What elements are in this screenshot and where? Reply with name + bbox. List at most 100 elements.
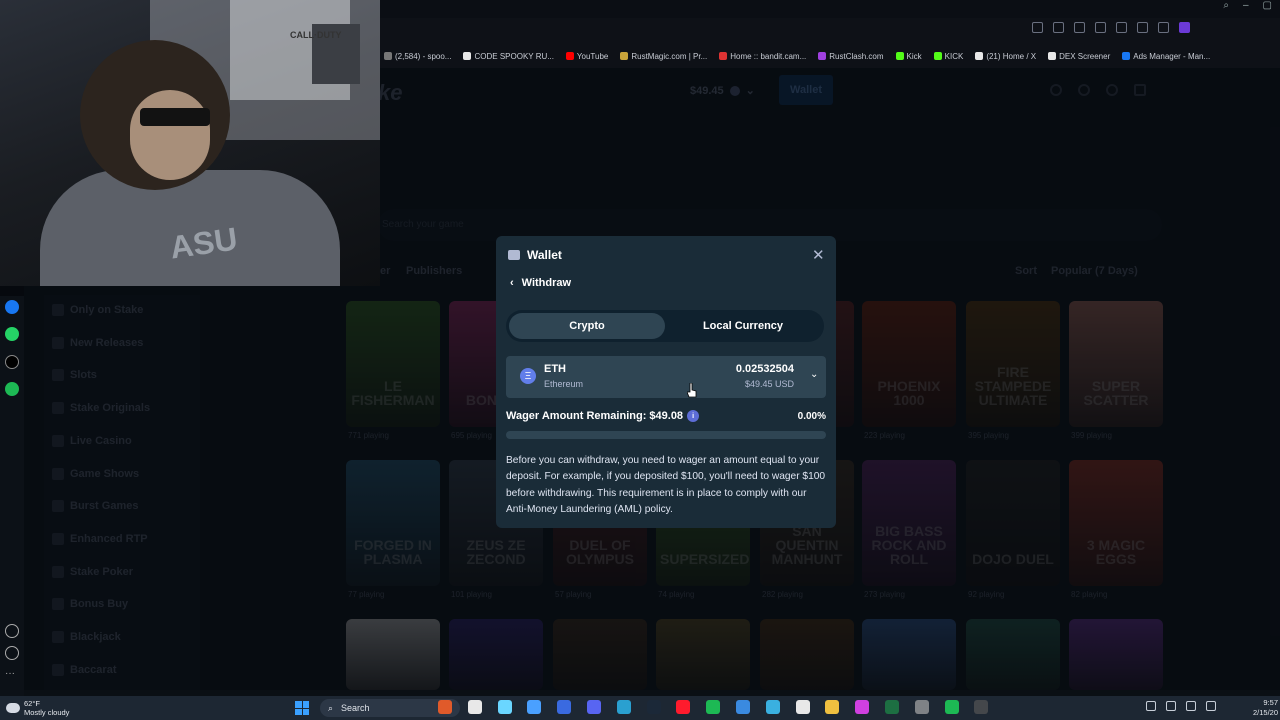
terminal-icon[interactable] [974,700,989,714]
game-tile[interactable]: LE FISHERMAN [346,301,440,427]
menu-icon[interactable] [1158,22,1169,33]
edit-icon[interactable] [1032,22,1043,33]
sidebar-item[interactable]: Burst Games [52,498,138,514]
sidebar-item[interactable]: New Releases [52,335,143,351]
history-icon[interactable] [5,646,19,660]
chrome-icon[interactable] [795,700,810,714]
search-icon[interactable]: ⌕ [1223,0,1229,11]
sidebar-item[interactable]: Live Casino [52,433,132,449]
game-tile[interactable] [346,619,440,690]
extension-icon[interactable] [1179,22,1190,33]
store-icon[interactable] [736,700,750,714]
game-tile[interactable]: SUPER SCATTER [1069,301,1163,427]
game-tile[interactable]: BIG BASS ROCK AND ROLL [862,460,956,586]
game-tile[interactable]: DOJO DUEL [966,460,1060,586]
edge-icon[interactable] [616,700,631,714]
steam-icon[interactable] [646,700,661,714]
bookmark-item[interactable]: RustClash.com [818,52,884,61]
bookmark-item[interactable]: Ads Manager - Man... [1122,52,1210,61]
tab-local-currency[interactable]: Local Currency [665,313,821,339]
spotify-icon[interactable] [5,382,19,396]
maximize-icon[interactable]: ▢ [1263,0,1272,11]
file-explorer-icon[interactable] [467,700,482,714]
sidebar-item[interactable]: Slots [52,367,97,383]
sidebar-item[interactable]: Blackjack [52,629,121,645]
sort-select[interactable]: Popular (7 Days) [1051,265,1138,277]
tab-crypto[interactable]: Crypto [509,313,665,339]
bookmark-item[interactable]: DEX Screener [1048,52,1110,61]
game-tile[interactable] [656,619,750,690]
game-tile[interactable] [862,619,956,690]
bookmark-item[interactable]: (2,584) - spoo... [384,52,451,61]
more-icon[interactable]: ··· [5,668,19,682]
minimize-icon[interactable]: – [1243,0,1249,11]
sidebar-item[interactable]: Baccarat [52,662,116,678]
balance-display[interactable]: $49.45 ⌄ [690,84,755,98]
chevron-up-icon[interactable] [1146,701,1156,711]
bookmark-item[interactable]: Kick [895,52,922,61]
search-icon[interactable] [438,700,452,714]
mic-icon[interactable] [1186,701,1196,711]
opera-icon[interactable] [676,700,691,714]
download-icon[interactable] [1137,22,1148,33]
game-tile[interactable]: FORGED IN PLASMA [346,460,440,586]
sidebar-item[interactable]: Stake Originals [52,400,150,416]
bookmark-item[interactable]: YouTube [565,52,608,61]
filter-label[interactable]: er [380,265,390,277]
notepad-icon[interactable] [765,700,780,714]
bookmark-item[interactable]: (21) Home / X [975,52,1036,61]
game-tile[interactable]: 3 MAGIC EGGS [1069,460,1163,586]
camera-icon[interactable] [1053,22,1064,33]
user-icon[interactable] [1078,84,1090,96]
sidebar-item[interactable]: Game Shows [52,466,139,482]
heart-icon[interactable] [1116,22,1127,33]
stake-logo[interactable]: ke [378,80,402,106]
calculator-icon[interactable] [914,700,929,714]
volume-icon[interactable] [1206,701,1216,711]
chat-icon[interactable] [1134,84,1146,96]
weather-widget[interactable]: 62°F Mostly cloudy [6,699,69,717]
sidebar-item[interactable]: Only on Stake [52,302,143,318]
copilot-icon[interactable] [497,700,512,714]
app-icon[interactable] [855,700,870,714]
publishers-filter[interactable]: Publishers [406,265,462,277]
game-tile[interactable] [449,619,543,690]
game-tile[interactable]: FIRE STAMPEDE ULTIMATE [966,301,1060,427]
search-icon[interactable] [1050,84,1062,96]
bookmark-item[interactable]: CODE SPOOKY RU... [463,52,554,61]
bookmark-item[interactable]: Home :: bandit.cam... [719,52,806,61]
game-tile[interactable] [760,619,854,690]
sidebar-item[interactable]: Enhanced RTP [52,531,148,547]
x-icon[interactable] [5,355,19,369]
game-tile[interactable]: PHOENIX 1000 [862,301,956,427]
info-icon[interactable]: i [687,410,700,422]
excel-icon[interactable] [885,700,899,714]
vpn-icon[interactable] [557,700,572,714]
close-icon[interactable]: ✕ [812,246,825,264]
messenger-icon[interactable] [5,300,19,314]
taskbar-clock[interactable]: 9:57 2/15/20 [1248,698,1278,718]
heart-icon[interactable] [5,624,19,638]
spotify-icon[interactable] [706,700,721,714]
webcam-overlay: CALL·DUTY ASU [0,0,380,286]
wifi-icon[interactable] [1166,701,1176,711]
sidebar-item[interactable]: Bonus Buy [52,596,128,612]
chrome-icon[interactable] [527,700,542,714]
back-to-wallet[interactable]: ‹ Withdraw [510,277,571,289]
currency-select[interactable]: Ξ ETH Ethereum 0.02532504 $49.45 USD ⌄ [506,356,826,398]
windows-start-icon[interactable] [295,701,309,715]
game-tile[interactable] [553,619,647,690]
wallet-button[interactable]: Wallet [779,75,833,105]
whatsapp-icon[interactable] [5,327,19,341]
bookmark-item[interactable]: RustMagic.com | Pr... [620,52,707,61]
bookmark-item[interactable]: KICK [933,52,963,61]
sidebar-item[interactable]: Stake Poker [52,564,133,580]
game-tile[interactable] [1069,619,1163,690]
discord-icon[interactable] [587,700,601,714]
spotify-icon[interactable] [944,700,959,714]
shield-icon[interactable] [1074,22,1085,33]
game-tile[interactable] [966,619,1060,690]
folder-icon[interactable] [825,700,840,714]
play-icon[interactable] [1095,22,1106,33]
bell-icon[interactable] [1106,84,1118,96]
